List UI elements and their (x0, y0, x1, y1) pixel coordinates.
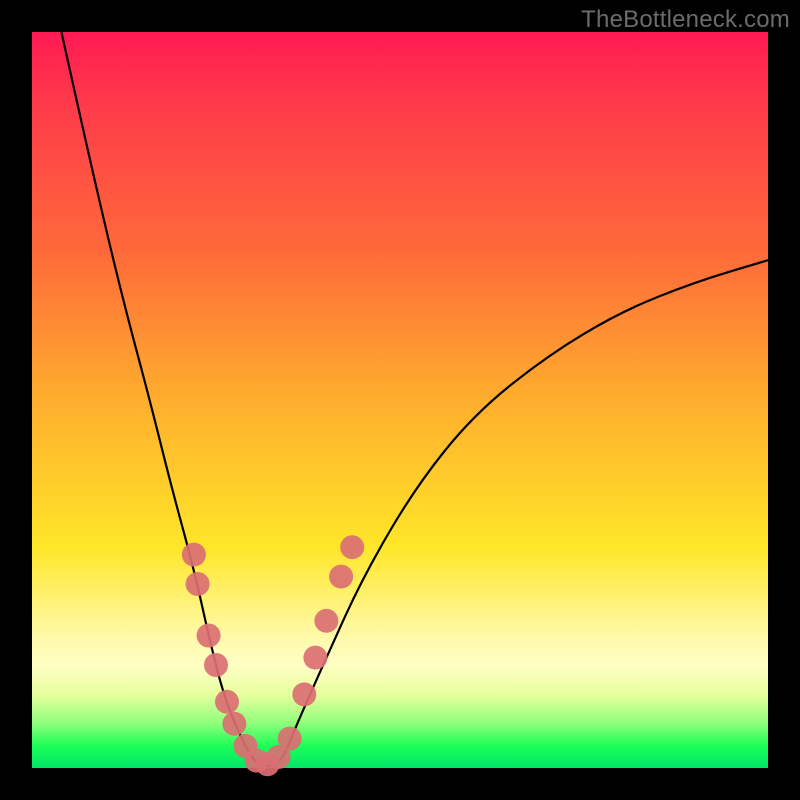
data-marker (204, 653, 228, 677)
data-marker (186, 572, 210, 596)
plot-area (32, 32, 768, 768)
data-marker (215, 690, 239, 714)
data-marker (222, 712, 246, 736)
data-marker (278, 727, 302, 751)
watermark-text: TheBottleneck.com (581, 6, 790, 34)
bottleneck-curve-svg (32, 32, 768, 768)
bottleneck-curve (61, 32, 768, 766)
chart-frame: TheBottleneck.com (0, 0, 800, 800)
data-marker (292, 682, 316, 706)
data-marker (314, 609, 338, 633)
data-marker (197, 624, 221, 648)
data-marker (303, 646, 327, 670)
data-marker (329, 565, 353, 589)
data-marker (340, 535, 364, 559)
data-marker (182, 543, 206, 567)
data-markers (182, 535, 364, 776)
